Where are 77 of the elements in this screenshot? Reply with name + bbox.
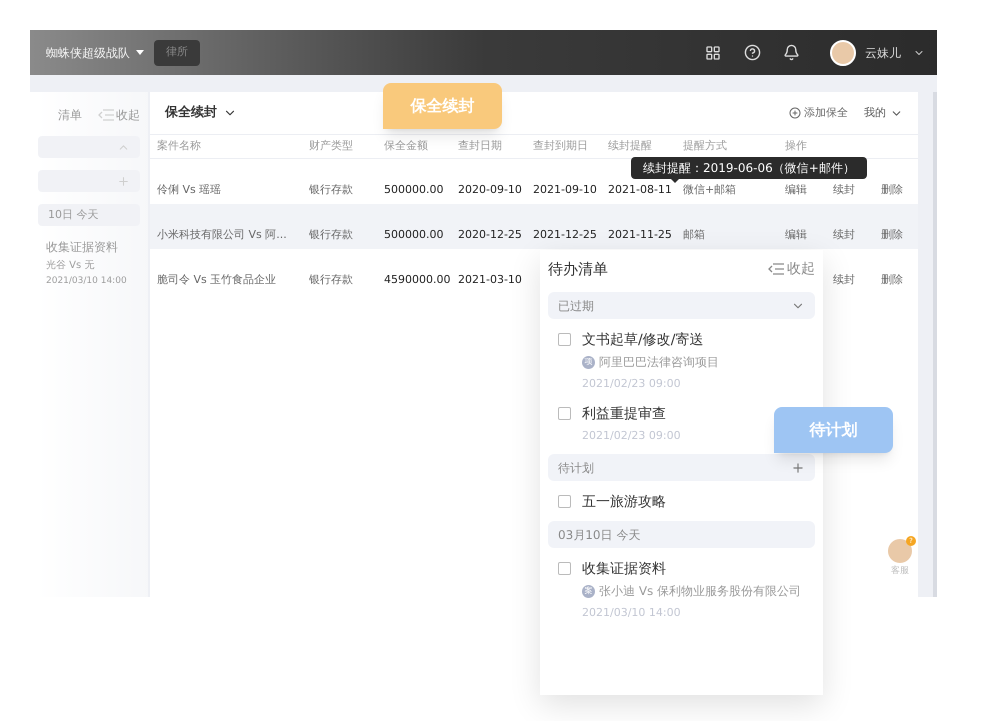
section-bar[interactable]: 已过期 — [548, 292, 815, 319]
add-icon[interactable] — [789, 107, 801, 119]
table-cell-text: 2021-09-10 — [533, 182, 598, 198]
row-action-link[interactable]: 编辑 — [785, 182, 833, 199]
task-title: 文书起草/修改/寄送 — [582, 331, 704, 349]
table-cell-text: 银行存款 — [309, 182, 354, 198]
table-cell-text: 2021-12-25 — [533, 227, 598, 244]
firm-tab[interactable]: 律所 — [154, 40, 200, 66]
task-project: 张小迪 Vs 保利物业服务股份有限公司 — [599, 583, 802, 600]
panel-title: 待办清单 — [548, 258, 608, 280]
task-checkbox[interactable] — [558, 562, 571, 575]
section-label: 10日 今天 — [48, 206, 98, 223]
callout-bubble: 保全续封 — [383, 83, 502, 129]
sidebar-title: 清单 — [57, 107, 82, 124]
task-title: 五一旅游攻略 — [582, 493, 666, 511]
table-cell-text: 4590000.00 — [384, 272, 452, 288]
section-bar[interactable]: 待计划 — [548, 454, 815, 481]
row-action-link[interactable]: 编辑 — [785, 227, 833, 244]
collapse-link[interactable]: 收起 — [787, 258, 815, 280]
table-cell-text: 小米科技有限公司 Vs 阿... — [157, 227, 288, 244]
apps-icon[interactable] — [705, 44, 721, 60]
table-cell-text: 邮箱 — [683, 227, 706, 244]
table-cell-text: 脆司令 Vs 玉竹食品企业 — [157, 272, 278, 288]
section-bar[interactable]: 03月10日 今天 — [548, 521, 815, 548]
task-checkbox[interactable] — [558, 495, 571, 508]
project-badge: 项 — [582, 356, 595, 368]
table-cell-text: 500000.00 — [384, 182, 444, 198]
add-link[interactable]: 添加保全 — [804, 104, 848, 122]
table-row[interactable]: 小米科技有限公司 Vs 阿... 银行存款 500000.00 2020-12-25 2021-12-25 2021-11-25 邮箱 编辑 续封 删除 — [150, 204, 918, 249]
column-header: 提醒方式 — [683, 138, 728, 154]
collapse-icon — [768, 263, 784, 275]
page-title[interactable]: 保全续封 — [165, 103, 217, 123]
user-name[interactable]: 云妹儿 — [865, 44, 901, 62]
column-header: 财产类型 — [309, 138, 354, 154]
task-project: 光谷 Vs 无 — [45, 258, 96, 273]
table-cell-text: 2021-08-11 — [608, 182, 673, 198]
row-action-link[interactable]: 续封 — [833, 182, 881, 199]
task-project: 阿里巴巴法律咨询项目 — [599, 354, 719, 371]
task-checkbox[interactable] — [558, 333, 571, 346]
row-action-link[interactable]: 续封 — [833, 272, 881, 289]
task-time: 2021/03/10 14:00 — [582, 605, 682, 621]
filter-dropdown[interactable]: 我的 — [864, 104, 886, 122]
column-header: 保全金额 — [384, 138, 429, 154]
team-name[interactable]: 蜘蛛侠超级战队 — [46, 44, 130, 62]
row-action-link[interactable]: 续封 — [833, 227, 881, 244]
section-label: 03月10日 今天 — [558, 526, 640, 544]
plus-icon[interactable] — [791, 460, 805, 474]
table-cell-text: 2020-09-10 — [458, 182, 523, 198]
section-label: 已过期 — [558, 298, 594, 314]
table-cell-text: 微信+邮箱 — [683, 182, 738, 198]
table-cell-text: 2020-12-25 — [458, 227, 523, 244]
task-title: 收集证据资料 — [582, 560, 667, 578]
task-title: 利益重提审查 — [582, 404, 667, 422]
caret-icon — [136, 50, 144, 55]
task-title: 收集证据资料 — [45, 239, 119, 256]
user-avatar[interactable] — [830, 40, 856, 66]
callout-bubble: 待计划 — [774, 407, 893, 453]
column-header: 查封日期 — [458, 138, 503, 154]
task-time: 2021/02/23 09:00 — [582, 376, 682, 392]
table-cell-text: 2021-03-10 — [458, 272, 523, 288]
table-cell-text: 2021-11-25 — [608, 227, 673, 244]
table-cell-text: 银行存款 — [309, 272, 354, 288]
column-header: 案件名称 — [157, 138, 202, 154]
section-label: 待计划 — [558, 460, 594, 476]
collapse-icon — [98, 109, 114, 121]
bell-icon[interactable] — [783, 44, 800, 61]
column-header: 查封到期日 — [533, 138, 589, 154]
project-badge: 案 — [582, 584, 595, 598]
help-icon[interactable] — [744, 44, 761, 61]
task-time: 2021/03/10 14:00 — [45, 275, 128, 288]
task-checkbox[interactable] — [558, 406, 571, 420]
table-cell-text: 伶俐 Vs 瑶瑶 — [157, 182, 222, 198]
column-header: 操作 — [785, 138, 808, 154]
task-time: 2021/02/23 09:00 — [582, 428, 681, 444]
table-cell-text: 银行存款 — [309, 227, 354, 244]
column-header: 续封提醒 — [608, 138, 653, 154]
table-cell-text: 500000.00 — [384, 227, 444, 244]
